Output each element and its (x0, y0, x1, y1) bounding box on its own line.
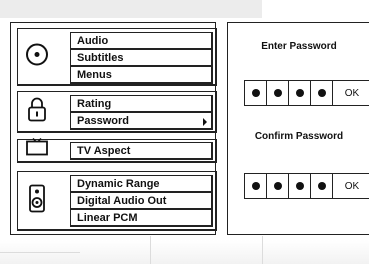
password-digit (311, 81, 333, 105)
password-digit (245, 81, 267, 105)
submenu-arrow-icon (203, 118, 207, 126)
confirm-password-field[interactable]: OK (244, 173, 369, 199)
mask-dot-icon (273, 89, 282, 97)
enter-ok-button[interactable]: OK (333, 81, 369, 105)
menu-item-dynamic-range[interactable]: Dynamic Range (70, 175, 213, 193)
menu-item-subtitles[interactable]: Subtitles (70, 49, 213, 67)
password-digit (311, 174, 333, 198)
menu-group-parental: Rating Password (17, 91, 217, 133)
password-digit (267, 81, 289, 105)
menu-item-password-label: Password (77, 115, 129, 127)
mask-dot-icon (295, 89, 304, 97)
mask-dot-icon (295, 182, 304, 190)
menu-item-rating[interactable]: Rating (70, 95, 213, 113)
menu-item-digital-audio-out[interactable]: Digital Audio Out (70, 192, 213, 210)
confirm-password-label: Confirm Password (254, 131, 344, 142)
mask-dot-icon (251, 182, 260, 190)
confirm-ok-button[interactable]: OK (333, 174, 369, 198)
menu-item-tv-aspect[interactable]: TV Aspect (70, 142, 213, 160)
password-digit (245, 174, 267, 198)
top-band (0, 0, 262, 18)
menu-item-audio[interactable]: Audio (70, 32, 213, 50)
enter-password-label: Enter Password (261, 41, 337, 52)
menu-group-audio-output: Dynamic Range Digital Audio Out Linear P… (17, 171, 217, 231)
password-digit (289, 174, 311, 198)
tv-icon (24, 137, 50, 161)
disc-icon (24, 41, 50, 72)
mask-dot-icon (317, 89, 326, 97)
enter-password-field[interactable]: OK (244, 80, 369, 106)
menu-item-menus[interactable]: Menus (70, 66, 213, 84)
mask-dot-icon (273, 182, 282, 190)
mask-dot-icon (251, 89, 260, 97)
grid-line (262, 236, 263, 264)
password-digit (289, 81, 311, 105)
menu-item-password[interactable]: Password (70, 112, 213, 130)
lock-icon (24, 95, 50, 128)
speaker-icon (24, 183, 50, 218)
mask-dot-icon (317, 182, 326, 190)
menu-item-linear-pcm[interactable]: Linear PCM (70, 209, 213, 227)
grid-line (150, 236, 151, 264)
grid-line (0, 252, 80, 253)
password-panel: Enter Password OK Confirm Password OK (227, 22, 369, 235)
menu-group-tv: TV Aspect (17, 137, 217, 163)
password-digit (267, 174, 289, 198)
menu-group-disc: Audio Subtitles Menus (17, 28, 217, 86)
settings-menu-panel: Audio Subtitles Menus Rating Password TV… (10, 22, 217, 235)
